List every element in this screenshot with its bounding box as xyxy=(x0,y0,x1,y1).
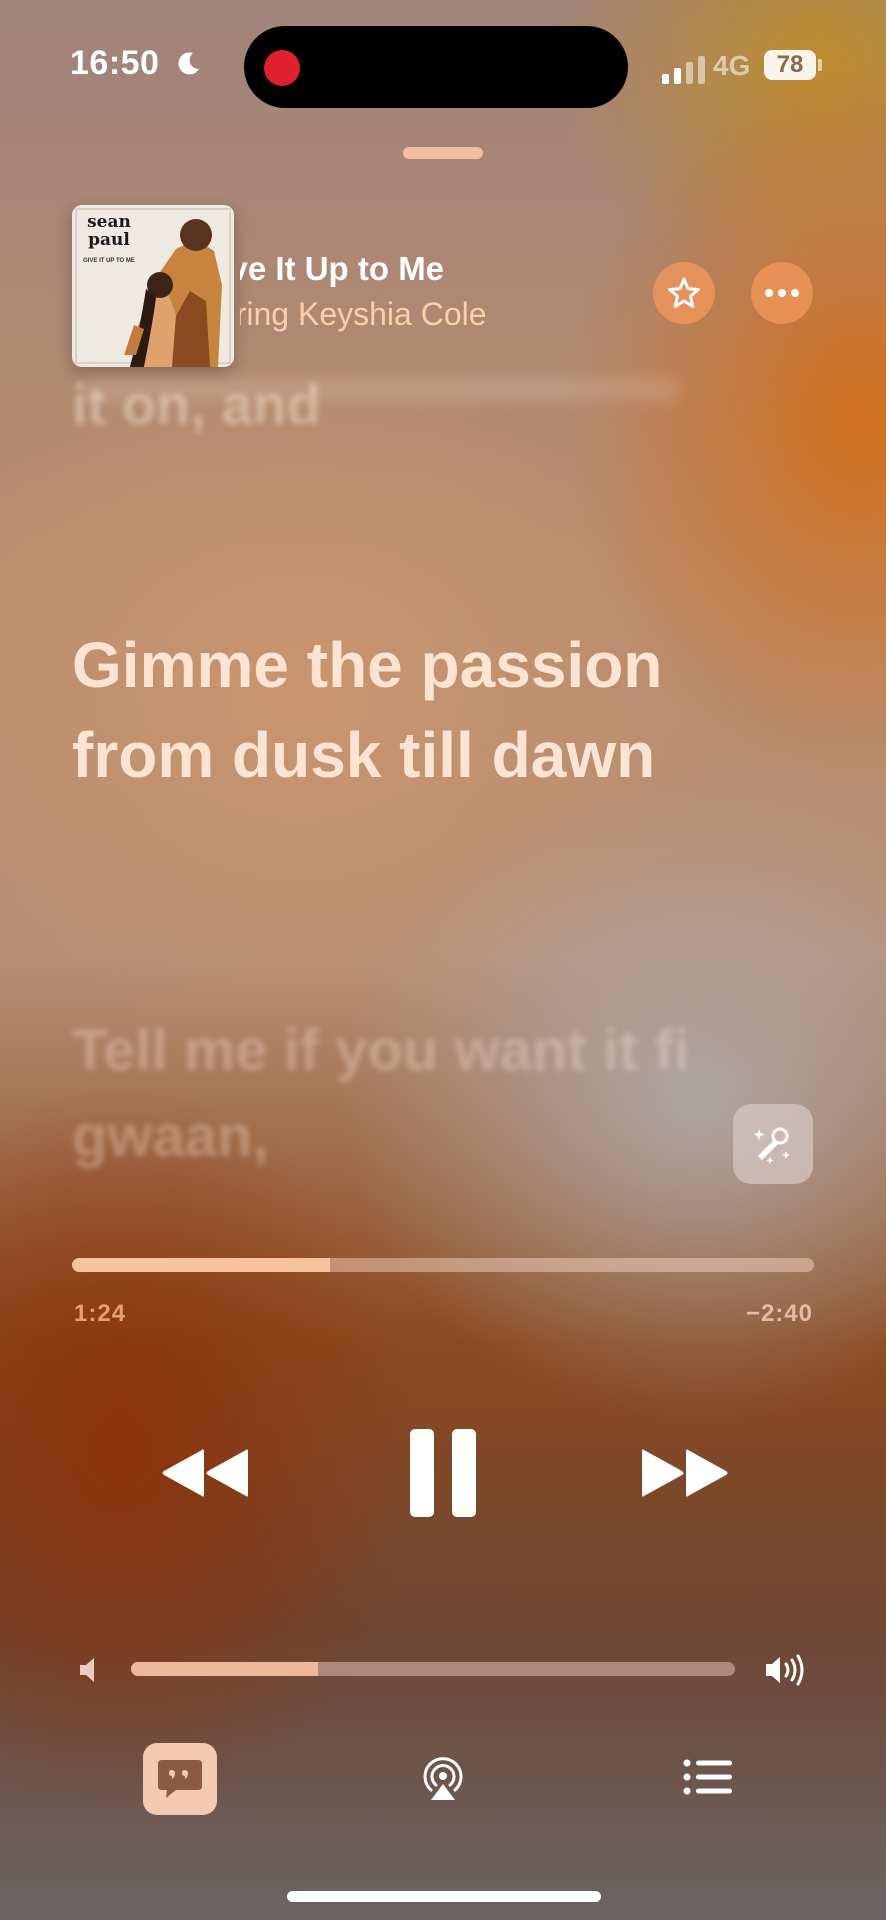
playback-progress-fill xyxy=(72,1258,331,1272)
album-artwork-brand: sean paul xyxy=(87,212,131,250)
fast-forward-icon xyxy=(642,1449,728,1497)
dynamic-island[interactable] xyxy=(244,26,628,108)
pause-icon xyxy=(410,1429,476,1517)
battery-icon: 78 xyxy=(764,50,816,80)
volume-high-icon xyxy=(766,1654,804,1686)
screen-recording-indicator xyxy=(264,50,300,86)
moon-icon xyxy=(178,52,199,75)
status-bar: 16:50 4G 78 xyxy=(0,0,886,130)
rewind-icon xyxy=(162,1449,248,1497)
star-icon xyxy=(668,277,700,308)
pause-button[interactable] xyxy=(398,1420,488,1526)
lyrics-icon xyxy=(158,1760,202,1798)
sing-button[interactable] xyxy=(733,1104,813,1184)
track-artist: Sean Paul featuring Keyshia Cole xyxy=(240,296,487,332)
volume-level-fill xyxy=(131,1662,319,1676)
previous-track-button[interactable] xyxy=(150,1432,260,1514)
favorite-button[interactable] xyxy=(653,262,715,324)
lyric-previous-line[interactable]: it on, and xyxy=(72,372,321,437)
next-track-button[interactable] xyxy=(630,1432,740,1514)
queue-button[interactable] xyxy=(680,1752,736,1802)
playback-scrubber[interactable] xyxy=(72,1258,814,1272)
sheet-grabber[interactable] xyxy=(403,147,483,159)
queue-icon xyxy=(683,1759,732,1795)
microphone-sparkle-icon xyxy=(753,1127,790,1164)
track-title: (You Gonna) Give It Up to Me xyxy=(240,250,445,287)
lyric-next-line[interactable]: Tell me if you want it fi gwaan, xyxy=(72,1008,772,1180)
battery-tip xyxy=(818,59,822,71)
more-options-button[interactable] xyxy=(751,262,813,324)
album-artwork[interactable]: sean paul GIVE IT UP TO ME xyxy=(72,205,234,367)
track-info[interactable]: (You Gonna) Give It Up to Me Sean Paul f… xyxy=(240,250,640,340)
elapsed-time: 1:24 xyxy=(74,1300,127,1327)
cellular-signal-icon xyxy=(662,56,705,84)
airplay-button[interactable] xyxy=(413,1748,473,1808)
album-artwork-tagline: GIVE IT UP TO ME xyxy=(83,258,135,264)
network-type: 4G xyxy=(713,50,751,81)
airplay-icon xyxy=(423,1757,463,1800)
lyric-current-line[interactable]: Gimme the passion from dusk till dawn xyxy=(72,620,792,800)
home-indicator[interactable] xyxy=(287,1891,601,1902)
lyrics-button[interactable] xyxy=(143,1743,217,1815)
volume-low-icon xyxy=(80,1658,94,1682)
status-time: 16:50 xyxy=(70,44,160,82)
more-icon xyxy=(765,289,799,297)
volume-slider[interactable] xyxy=(131,1662,735,1676)
remaining-time: −2:40 xyxy=(745,1300,813,1327)
